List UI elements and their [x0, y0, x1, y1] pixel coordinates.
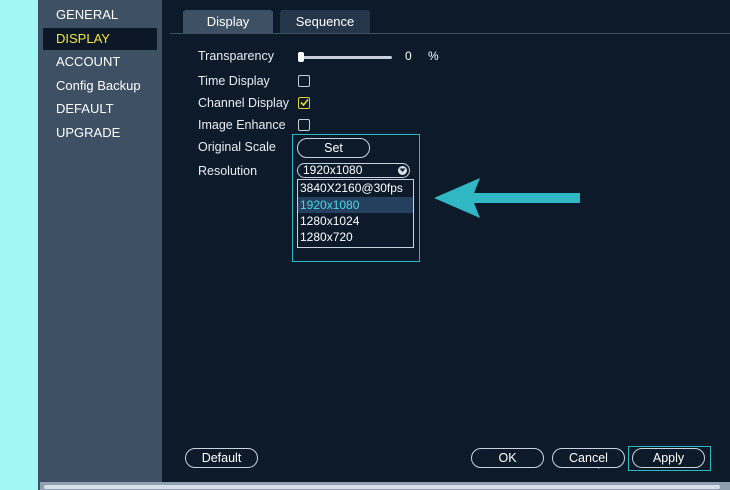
channel-display-label: Channel Display: [198, 96, 290, 110]
arrow-icon: [434, 178, 580, 218]
sidebar-item-upgrade[interactable]: UPGRADE: [43, 122, 157, 144]
resolution-option-1920x1080[interactable]: 1920x1080: [298, 197, 413, 213]
cancel-button[interactable]: Cancel: [552, 448, 625, 468]
resolution-option-3840x2160[interactable]: 3840X2160@30fps: [298, 180, 413, 196]
resolution-select[interactable]: 1920x1080: [297, 163, 410, 178]
chevron-down-icon[interactable]: [398, 166, 407, 175]
default-button[interactable]: Default: [185, 448, 258, 468]
sidebar-item-default[interactable]: DEFAULT: [43, 98, 157, 120]
time-display-label: Time Display: [198, 74, 270, 88]
image-enhance-label: Image Enhance: [198, 118, 286, 132]
tab-divider: [170, 33, 730, 34]
sidebar-item-account[interactable]: ACCOUNT: [43, 51, 157, 73]
transparency-slider[interactable]: [300, 56, 392, 59]
transparency-slider-handle[interactable]: [298, 52, 304, 62]
apply-button[interactable]: Apply: [632, 448, 705, 468]
resolution-label: Resolution: [198, 164, 258, 178]
tab-display[interactable]: Display: [183, 10, 273, 33]
transparency-value: 0: [405, 49, 412, 63]
transparency-label: Transparency: [198, 49, 274, 63]
image-enhance-checkbox[interactable]: [298, 119, 310, 131]
time-display-checkbox[interactable]: [298, 75, 310, 87]
set-button[interactable]: Set: [297, 138, 370, 158]
sidebar-item-display[interactable]: DISPLAY: [43, 28, 157, 50]
sidebar-item-config-backup[interactable]: Config Backup: [43, 75, 157, 97]
horizontal-scrollbar[interactable]: [40, 482, 730, 490]
sidebar: GENERAL DISPLAY ACCOUNT Config Backup DE…: [40, 0, 162, 482]
sidebar-item-general[interactable]: GENERAL: [43, 4, 157, 26]
channel-display-checkbox[interactable]: [298, 97, 310, 109]
transparency-unit: %: [428, 49, 439, 63]
ok-button[interactable]: OK: [471, 448, 544, 468]
tab-sequence[interactable]: Sequence: [280, 10, 370, 33]
check-icon: [300, 98, 309, 107]
original-scale-label: Original Scale: [198, 140, 276, 154]
resolution-dropdown-list: 3840X2160@30fps 1920x1080 1280x1024 1280…: [297, 179, 414, 248]
scrollbar-thumb[interactable]: [44, 485, 720, 489]
resolution-selected-value: 1920x1080: [303, 163, 363, 177]
resolution-option-1280x1024[interactable]: 1280x1024: [298, 213, 413, 229]
resolution-option-1280x720[interactable]: 1280x720: [298, 229, 413, 245]
